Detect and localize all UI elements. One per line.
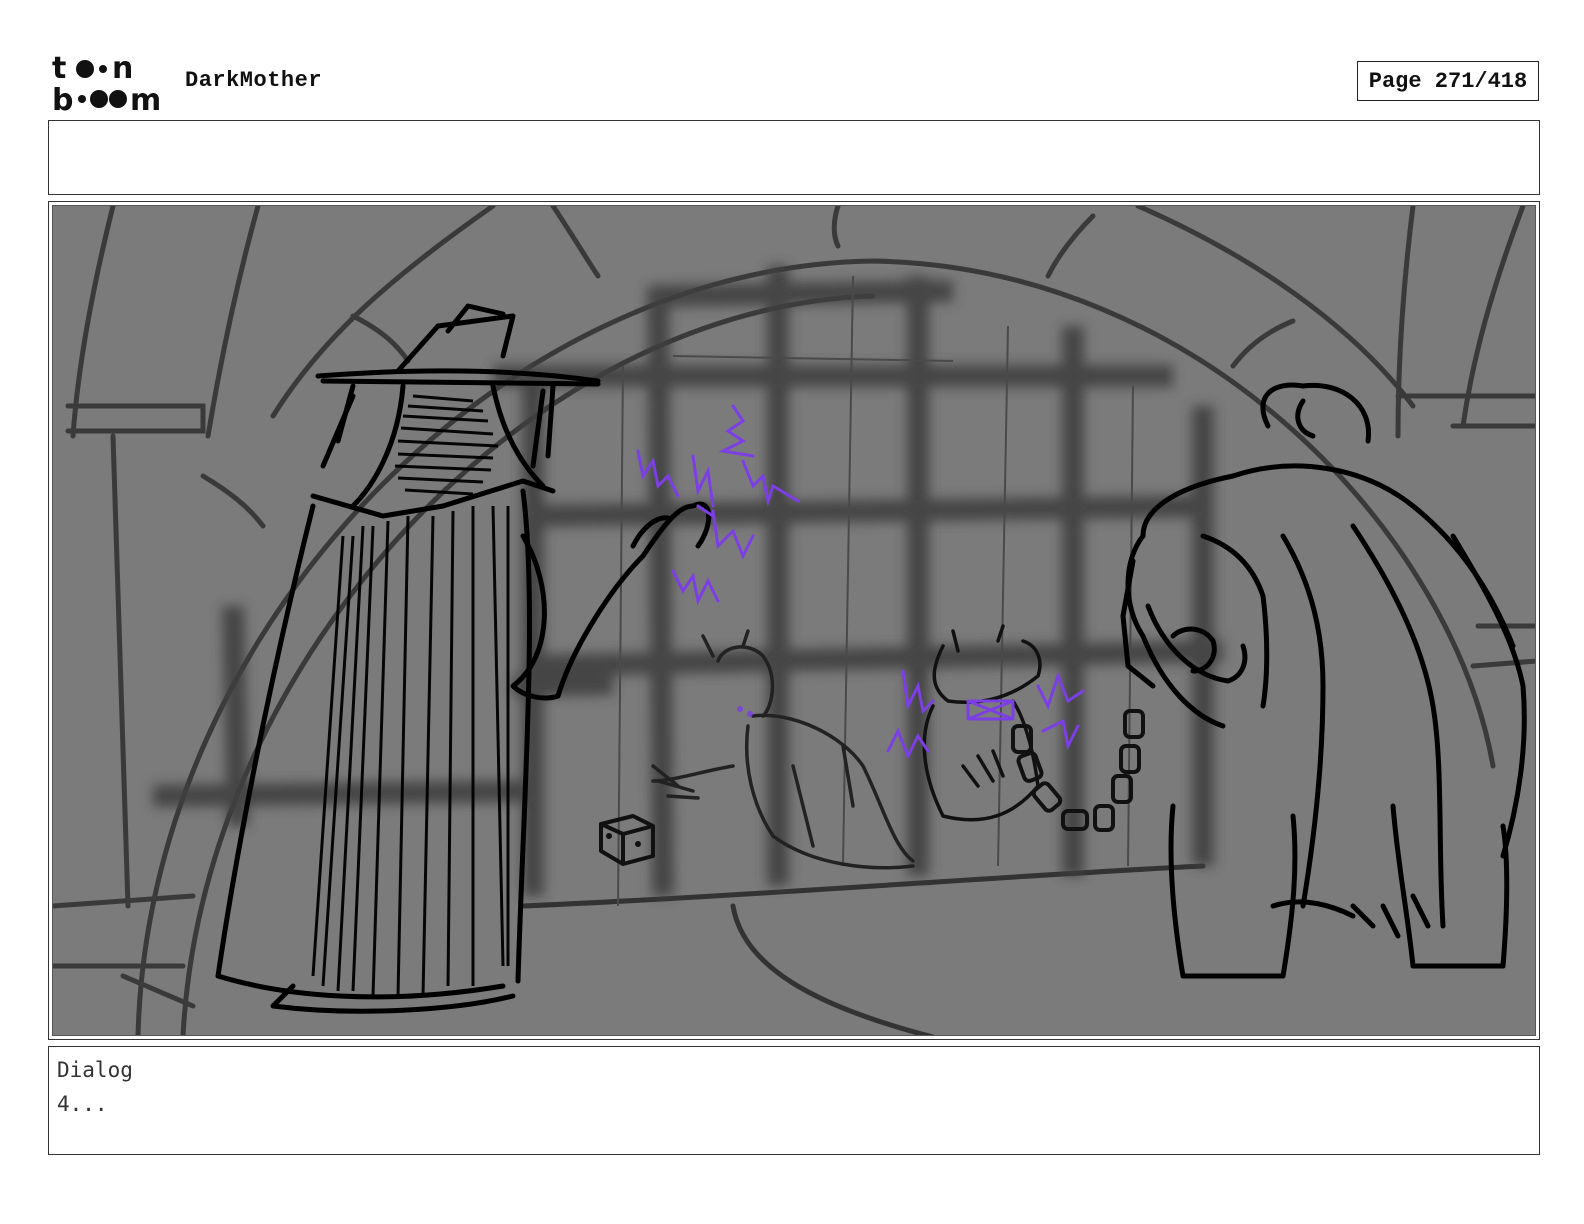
svg-text:t: t xyxy=(52,51,66,86)
svg-text:m: m xyxy=(130,83,161,114)
notes-box xyxy=(48,120,1540,195)
svg-text:n: n xyxy=(112,51,133,86)
storyboard-sketch-image xyxy=(52,205,1536,1036)
dialog-label: Dialog xyxy=(57,1058,133,1082)
dialog-box: Dialog 4... xyxy=(48,1046,1540,1155)
dialog-text: 4... xyxy=(57,1092,108,1116)
page-number-badge: Page 271/418 xyxy=(1357,61,1539,101)
toonboom-logo: t n b m xyxy=(50,50,166,118)
svg-text:b: b xyxy=(52,83,73,114)
project-title: DarkMother xyxy=(185,68,323,93)
